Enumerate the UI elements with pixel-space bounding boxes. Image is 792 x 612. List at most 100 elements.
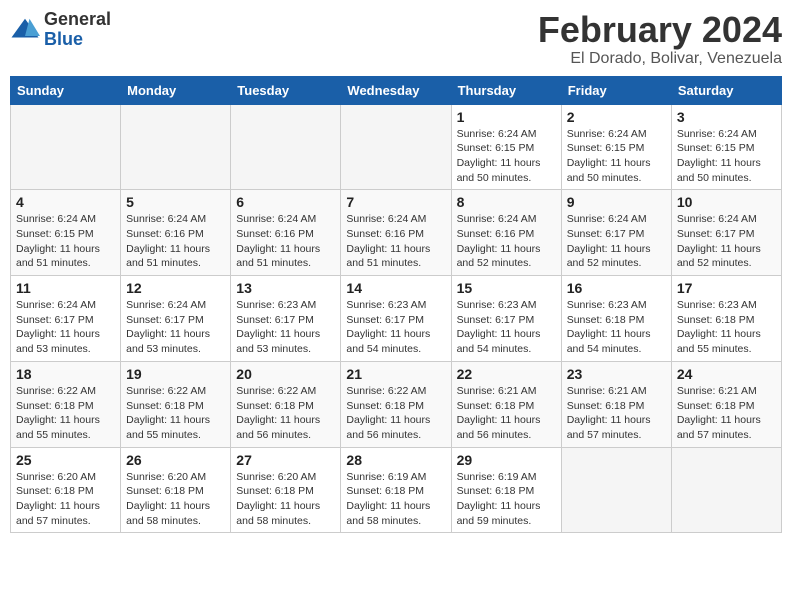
calendar-cell: 2 Sunrise: 6:24 AM Sunset: 6:15 PM Daylig…: [561, 104, 671, 190]
calendar-cell: 3 Sunrise: 6:24 AM Sunset: 6:15 PM Daylig…: [671, 104, 781, 190]
day-info: Sunrise: 6:24 AM Sunset: 6:16 PM Dayligh…: [236, 212, 335, 271]
calendar-cell: 16 Sunrise: 6:23 AM Sunset: 6:18 PM Dayli…: [561, 276, 671, 362]
day-info: Sunrise: 6:24 AM Sunset: 6:15 PM Dayligh…: [677, 127, 776, 186]
day-info: Sunrise: 6:22 AM Sunset: 6:18 PM Dayligh…: [126, 384, 225, 443]
calendar-header-tuesday: Tuesday: [231, 76, 341, 104]
day-number: 12: [126, 280, 225, 296]
calendar-cell: 20 Sunrise: 6:22 AM Sunset: 6:18 PM Dayli…: [231, 361, 341, 447]
calendar-cell: 15Sunrise: 6:23 AM Sunset: 6:17 PM Dayli…: [451, 276, 561, 362]
month-title: February 2024: [538, 10, 782, 50]
calendar-cell: 14 Sunrise: 6:23 AM Sunset: 6:17 PM Dayli…: [341, 276, 451, 362]
logo: General Blue: [10, 10, 111, 50]
day-number: 21: [346, 366, 445, 382]
day-info: Sunrise: 6:24 AM Sunset: 6:15 PM Dayligh…: [457, 127, 556, 186]
calendar-cell: 11Sunrise: 6:24 AM Sunset: 6:17 PM Dayli…: [11, 276, 121, 362]
calendar-cell: 17 Sunrise: 6:23 AM Sunset: 6:18 PM Dayli…: [671, 276, 781, 362]
day-number: 3: [677, 109, 776, 125]
logo-text: General Blue: [44, 10, 111, 50]
calendar-cell: 10Sunrise: 6:24 AM Sunset: 6:17 PM Dayli…: [671, 190, 781, 276]
day-number: 22: [457, 366, 556, 382]
logo-general: General: [44, 10, 111, 30]
day-info: Sunrise: 6:21 AM Sunset: 6:18 PM Dayligh…: [457, 384, 556, 443]
day-info: Sunrise: 6:19 AM Sunset: 6:18 PM Dayligh…: [457, 470, 556, 529]
calendar-cell: [121, 104, 231, 190]
day-info: Sunrise: 6:19 AM Sunset: 6:18 PM Dayligh…: [346, 470, 445, 529]
calendar-cell: 8 Sunrise: 6:24 AM Sunset: 6:16 PM Daylig…: [451, 190, 561, 276]
calendar-cell: 6 Sunrise: 6:24 AM Sunset: 6:16 PM Daylig…: [231, 190, 341, 276]
calendar-header-row: SundayMondayTuesdayWednesdayThursdayFrid…: [11, 76, 782, 104]
day-info: Sunrise: 6:20 AM Sunset: 6:18 PM Dayligh…: [236, 470, 335, 529]
day-number: 8: [457, 194, 556, 210]
calendar-cell: 27 Sunrise: 6:20 AM Sunset: 6:18 PM Dayli…: [231, 447, 341, 533]
calendar-cell: [341, 104, 451, 190]
day-info: Sunrise: 6:23 AM Sunset: 6:17 PM Dayligh…: [346, 298, 445, 357]
calendar-cell: 13 Sunrise: 6:23 AM Sunset: 6:17 PM Dayli…: [231, 276, 341, 362]
calendar-cell: 25Sunrise: 6:20 AM Sunset: 6:18 PM Dayli…: [11, 447, 121, 533]
day-number: 6: [236, 194, 335, 210]
day-info: Sunrise: 6:24 AM Sunset: 6:15 PM Dayligh…: [16, 212, 115, 271]
day-number: 18: [16, 366, 115, 382]
calendar-cell: 23 Sunrise: 6:21 AM Sunset: 6:18 PM Dayli…: [561, 361, 671, 447]
calendar-cell: 21 Sunrise: 6:22 AM Sunset: 6:18 PM Dayli…: [341, 361, 451, 447]
day-number: 2: [567, 109, 666, 125]
calendar-cell: 26 Sunrise: 6:20 AM Sunset: 6:18 PM Dayli…: [121, 447, 231, 533]
day-info: Sunrise: 6:23 AM Sunset: 6:18 PM Dayligh…: [567, 298, 666, 357]
calendar-header-friday: Friday: [561, 76, 671, 104]
day-info: Sunrise: 6:24 AM Sunset: 6:15 PM Dayligh…: [567, 127, 666, 186]
day-number: 9: [567, 194, 666, 210]
day-number: 11: [16, 280, 115, 296]
calendar-week-row: 25 Sunrise: 6:20 AM Sunset: 6:18 PM Dayli…: [11, 447, 782, 533]
day-number: 29: [457, 452, 556, 468]
calendar-header-wednesday: Wednesday: [341, 76, 451, 104]
day-number: 23: [567, 366, 666, 382]
calendar-week-row: 4 Sunrise: 6:24 AM Sunset: 6:15 PM Daylig…: [11, 190, 782, 276]
calendar-cell: [231, 104, 341, 190]
day-info: Sunrise: 6:22 AM Sunset: 6:18 PM Dayligh…: [236, 384, 335, 443]
calendar-cell: 9 Sunrise: 6:24 AM Sunset: 6:17 PM Daylig…: [561, 190, 671, 276]
calendar-header-monday: Monday: [121, 76, 231, 104]
day-number: 5: [126, 194, 225, 210]
day-number: 19: [126, 366, 225, 382]
calendar-cell: 5 Sunrise: 6:24 AM Sunset: 6:16 PM Daylig…: [121, 190, 231, 276]
calendar-header-saturday: Saturday: [671, 76, 781, 104]
day-number: 13: [236, 280, 335, 296]
day-info: Sunrise: 6:23 AM Sunset: 6:18 PM Dayligh…: [677, 298, 776, 357]
calendar-cell: 29 Sunrise: 6:19 AM Sunset: 6:18 PM Dayli…: [451, 447, 561, 533]
location: El Dorado, Bolivar, Venezuela: [538, 50, 782, 68]
day-info: Sunrise: 6:24 AM Sunset: 6:17 PM Dayligh…: [126, 298, 225, 357]
day-number: 16: [567, 280, 666, 296]
day-info: Sunrise: 6:24 AM Sunset: 6:16 PM Dayligh…: [346, 212, 445, 271]
day-number: 27: [236, 452, 335, 468]
calendar-cell: 19 Sunrise: 6:22 AM Sunset: 6:18 PM Dayli…: [121, 361, 231, 447]
calendar-table: SundayMondayTuesdayWednesdayThursdayFrid…: [10, 76, 782, 534]
day-info: Sunrise: 6:22 AM Sunset: 6:18 PM Dayligh…: [346, 384, 445, 443]
calendar-header-sunday: Sunday: [11, 76, 121, 104]
day-number: 24: [677, 366, 776, 382]
day-number: 26: [126, 452, 225, 468]
calendar-cell: 22 Sunrise: 6:21 AM Sunset: 6:18 PM Dayli…: [451, 361, 561, 447]
calendar-cell: 7 Sunrise: 6:24 AM Sunset: 6:16 PM Daylig…: [341, 190, 451, 276]
calendar-cell: 18Sunrise: 6:22 AM Sunset: 6:18 PM Dayli…: [11, 361, 121, 447]
calendar-cell: [11, 104, 121, 190]
day-info: Sunrise: 6:21 AM Sunset: 6:18 PM Dayligh…: [567, 384, 666, 443]
calendar-cell: 12 Sunrise: 6:24 AM Sunset: 6:17 PM Dayli…: [121, 276, 231, 362]
day-info: Sunrise: 6:24 AM Sunset: 6:17 PM Dayligh…: [567, 212, 666, 271]
day-number: 4: [16, 194, 115, 210]
logo-icon: [10, 15, 40, 45]
calendar-week-row: 1Sunrise: 6:24 AM Sunset: 6:15 PM Daylig…: [11, 104, 782, 190]
day-info: Sunrise: 6:23 AM Sunset: 6:17 PM Dayligh…: [457, 298, 556, 357]
calendar-header-thursday: Thursday: [451, 76, 561, 104]
day-info: Sunrise: 6:21 AM Sunset: 6:18 PM Dayligh…: [677, 384, 776, 443]
day-info: Sunrise: 6:24 AM Sunset: 6:16 PM Dayligh…: [126, 212, 225, 271]
day-info: Sunrise: 6:20 AM Sunset: 6:18 PM Dayligh…: [126, 470, 225, 529]
day-number: 17: [677, 280, 776, 296]
page-header: General Blue February 2024 El Dorado, Bo…: [10, 10, 782, 68]
day-info: Sunrise: 6:23 AM Sunset: 6:17 PM Dayligh…: [236, 298, 335, 357]
day-info: Sunrise: 6:24 AM Sunset: 6:16 PM Dayligh…: [457, 212, 556, 271]
logo-blue: Blue: [44, 30, 111, 50]
calendar-cell: 24 Sunrise: 6:21 AM Sunset: 6:18 PM Dayli…: [671, 361, 781, 447]
day-number: 20: [236, 366, 335, 382]
day-number: 7: [346, 194, 445, 210]
day-number: 14: [346, 280, 445, 296]
day-number: 25: [16, 452, 115, 468]
